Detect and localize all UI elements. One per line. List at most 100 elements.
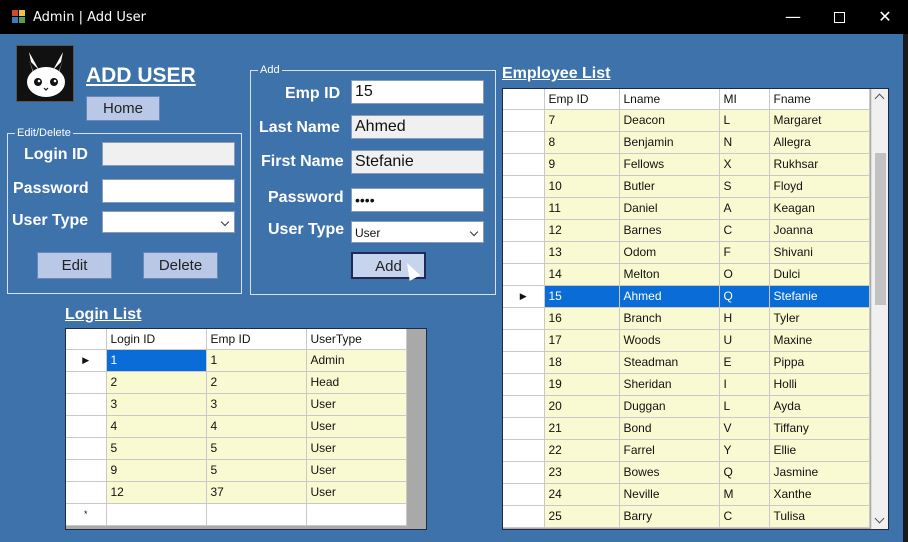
emp-id-field[interactable]: 15 — [351, 80, 484, 104]
table-cell[interactable]: O — [719, 263, 770, 286]
table-cell[interactable]: Maxine — [769, 329, 870, 352]
table-cell[interactable]: Barry — [619, 505, 720, 528]
table-cell[interactable]: 25 — [544, 505, 620, 528]
table-cell[interactable]: Woods — [619, 329, 720, 352]
table-cell[interactable]: Keagan — [769, 197, 870, 220]
table-cell[interactable] — [306, 503, 407, 526]
row-header[interactable] — [66, 481, 107, 504]
table-cell[interactable]: S — [719, 175, 770, 198]
table-row[interactable]: ▶ 1 1 Admin — [66, 349, 407, 372]
table-cell[interactable]: C — [719, 219, 770, 242]
table-row[interactable]: 10 Butler S Floyd — [503, 175, 870, 198]
add-user-type-dropdown[interactable]: User — [351, 221, 484, 243]
table-cell[interactable]: Head — [306, 371, 407, 394]
table-cell[interactable]: Allegra — [769, 131, 870, 154]
table-row[interactable]: 24 Neville M Xanthe — [503, 483, 870, 506]
table-cell[interactable]: 23 — [544, 461, 620, 484]
table-cell[interactable]: 2 — [106, 371, 207, 394]
home-button[interactable]: Home — [86, 96, 160, 121]
row-header[interactable] — [503, 131, 545, 154]
table-row[interactable]: 3 3 User — [66, 393, 407, 416]
table-row[interactable]: 12 37 User — [66, 481, 407, 504]
table-cell[interactable]: Butler — [619, 175, 720, 198]
table-cell[interactable]: L — [719, 109, 770, 132]
table-cell[interactable]: Melton — [619, 263, 720, 286]
user-type-dropdown[interactable] — [102, 211, 235, 233]
edit-button[interactable]: Edit — [37, 252, 112, 279]
table-row[interactable]: 23 Bowes Q Jasmine — [503, 461, 870, 484]
table-cell[interactable]: Steadman — [619, 351, 720, 374]
table-cell[interactable]: Pippa — [769, 351, 870, 374]
table-cell[interactable]: Q — [719, 285, 770, 308]
table-cell[interactable]: 3 — [206, 393, 307, 416]
table-row[interactable]: 4 4 User — [66, 415, 407, 438]
table-cell[interactable]: 22 — [544, 439, 620, 462]
table-row[interactable]: ▶ 15 Ahmed Q Stefanie — [503, 285, 870, 308]
table-cell[interactable]: 8 — [544, 131, 620, 154]
table-cell[interactable] — [106, 503, 207, 526]
table-cell[interactable]: 11 — [544, 197, 620, 220]
row-header[interactable] — [66, 393, 107, 416]
table-row[interactable]: 9 5 User — [66, 459, 407, 482]
table-cell[interactable]: 10 — [544, 175, 620, 198]
table-cell[interactable]: F — [719, 241, 770, 264]
table-cell[interactable]: User — [306, 415, 407, 438]
table-cell[interactable]: Margaret — [769, 109, 870, 132]
table-cell[interactable]: Ayda — [769, 395, 870, 418]
table-row[interactable]: 2 2 Head — [66, 371, 407, 394]
column-header[interactable]: Emp ID — [206, 329, 307, 350]
table-cell[interactable]: 20 — [544, 395, 620, 418]
table-cell[interactable]: 24 — [544, 483, 620, 506]
table-cell[interactable]: Odom — [619, 241, 720, 264]
table-cell[interactable]: 5 — [106, 437, 207, 460]
scrollbar-thumb[interactable] — [875, 153, 886, 305]
table-row[interactable]: 12 Barnes C Joanna — [503, 219, 870, 242]
add-password-field[interactable]: •••• — [351, 188, 484, 212]
table-cell[interactable]: 13 — [544, 241, 620, 264]
vertical-scrollbar[interactable] — [871, 89, 888, 529]
column-header[interactable]: Login ID — [106, 329, 207, 350]
table-row[interactable]: 19 Sheridan I Holli — [503, 373, 870, 396]
table-cell[interactable]: V — [719, 417, 770, 440]
table-cell[interactable]: User — [306, 393, 407, 416]
new-row[interactable]: * — [66, 503, 407, 526]
table-cell[interactable]: 15 — [544, 285, 620, 308]
row-header[interactable] — [503, 109, 545, 132]
scroll-down-icon[interactable] — [874, 513, 885, 524]
table-cell[interactable]: Ahmed — [619, 285, 720, 308]
table-cell[interactable]: 21 — [544, 417, 620, 440]
table-cell[interactable]: U — [719, 329, 770, 352]
table-cell[interactable]: 1 — [106, 349, 207, 372]
table-cell[interactable]: 12 — [544, 219, 620, 242]
row-header[interactable] — [503, 153, 545, 176]
table-row[interactable]: 18 Steadman E Pippa — [503, 351, 870, 374]
row-header[interactable] — [503, 175, 545, 198]
table-row[interactable]: 14 Melton O Dulci — [503, 263, 870, 286]
table-cell[interactable]: User — [306, 481, 407, 504]
table-cell[interactable]: 19 — [544, 373, 620, 396]
table-cell[interactable]: Duggan — [619, 395, 720, 418]
table-cell[interactable]: Floyd — [769, 175, 870, 198]
table-cell[interactable]: 1 — [206, 349, 307, 372]
column-header[interactable]: UserType — [306, 329, 407, 350]
table-cell[interactable]: Stefanie — [769, 285, 870, 308]
table-cell[interactable]: 16 — [544, 307, 620, 330]
table-cell[interactable]: Shivani — [769, 241, 870, 264]
table-row[interactable]: 11 Daniel A Keagan — [503, 197, 870, 220]
table-cell[interactable]: User — [306, 459, 407, 482]
table-cell[interactable]: Fellows — [619, 153, 720, 176]
last-name-field[interactable]: Ahmed — [351, 115, 484, 139]
table-cell[interactable]: 14 — [544, 263, 620, 286]
table-cell[interactable]: Tulisa — [769, 505, 870, 528]
login-id-field[interactable] — [102, 142, 235, 166]
table-cell[interactable]: 4 — [106, 415, 207, 438]
column-header[interactable]: Fname — [769, 89, 870, 110]
table-cell[interactable]: Joanna — [769, 219, 870, 242]
table-cell[interactable]: Deacon — [619, 109, 720, 132]
column-header[interactable]: MI — [719, 89, 770, 110]
table-cell[interactable]: 5 — [206, 437, 307, 460]
table-cell[interactable]: Bowes — [619, 461, 720, 484]
row-header[interactable] — [503, 505, 545, 528]
minimize-button[interactable]: — — [770, 0, 816, 34]
table-cell[interactable]: 9 — [106, 459, 207, 482]
